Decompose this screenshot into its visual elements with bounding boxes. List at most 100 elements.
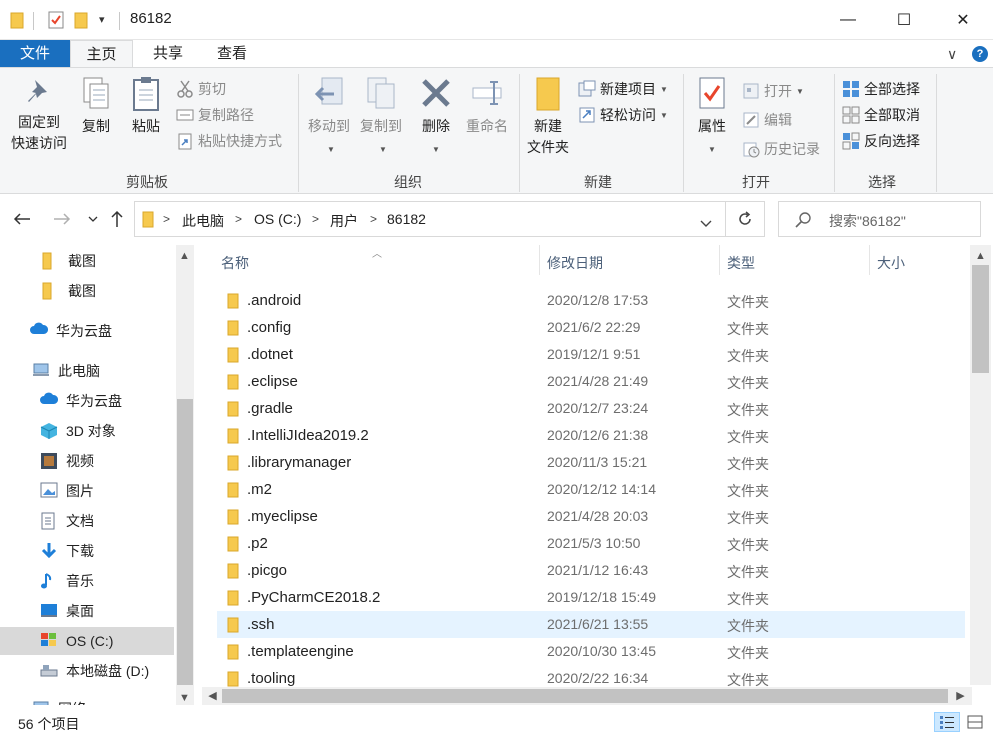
breadcrumb-separator[interactable]: > <box>370 212 377 226</box>
customize-quick-access-icon[interactable]: ▾ <box>99 13 105 26</box>
column-header-modified[interactable]: 修改日期 <box>547 253 603 273</box>
details-view-button[interactable] <box>934 712 960 732</box>
table-row[interactable]: .android 2020/12/8 17:53 文件夹 <box>217 287 965 314</box>
table-row[interactable]: .gradle 2020/12/7 23:24 文件夹 <box>217 395 965 422</box>
nav-item-huawei-cloud[interactable]: 华为云盘 <box>0 317 174 345</box>
recent-locations-button[interactable] <box>81 207 105 231</box>
nav-item-this-pc[interactable]: 此电脑 <box>0 357 174 385</box>
up-arrow-icon <box>111 210 123 227</box>
breadcrumb-separator[interactable]: > <box>235 212 242 226</box>
large-icons-view-button[interactable] <box>962 712 988 732</box>
column-divider[interactable] <box>539 245 540 275</box>
nav-scrollbar-thumb[interactable] <box>177 399 193 685</box>
table-row[interactable]: .templateengine 2020/10/30 13:45 文件夹 <box>217 638 965 665</box>
cut-button[interactable]: 剪切 <box>176 78 226 100</box>
address-bar[interactable]: > 此电脑 > OS (C:) > 用户 > 86182 <box>134 201 726 237</box>
nav-item-screenshots[interactable]: 截图 <box>0 277 174 305</box>
nav-item-local-disk-d[interactable]: 本地磁盘 (D:) <box>0 657 174 685</box>
breadcrumb-separator[interactable]: > <box>163 212 170 226</box>
select-all-button[interactable]: 全部选择 <box>842 78 920 100</box>
horizontal-scrollbar-thumb[interactable] <box>222 689 948 703</box>
close-button[interactable]: ✕ <box>935 0 991 40</box>
table-row[interactable]: .ssh 2021/6/21 13:55 文件夹 <box>217 611 965 638</box>
breadcrumb-separator[interactable]: > <box>312 212 319 226</box>
nav-item-network[interactable]: 网络 <box>0 695 174 705</box>
column-header-name[interactable]: 名称 <box>221 253 249 273</box>
forward-button[interactable] <box>50 207 74 231</box>
properties-button[interactable]: 属性 ▼ <box>690 76 734 160</box>
maximize-button[interactable]: ☐ <box>876 0 932 40</box>
file-list-horizontal-scrollbar[interactable]: ◀ ▶ <box>202 687 972 705</box>
copy-to-button[interactable]: 复制到▼ <box>356 76 406 160</box>
tab-share[interactable]: 共享 <box>140 40 196 68</box>
table-row[interactable]: .myeclipse 2021/4/28 20:03 文件夹 <box>217 503 965 530</box>
table-row[interactable]: .picgo 2021/1/12 16:43 文件夹 <box>217 557 965 584</box>
refresh-button[interactable] <box>725 201 765 237</box>
open-button[interactable]: 打开 ▼ <box>742 80 804 102</box>
new-item-button[interactable]: 新建项目 ▼ <box>578 78 668 100</box>
scroll-up-arrow-icon[interactable]: ▲ <box>972 247 989 264</box>
history-button[interactable]: 历史记录 <box>742 138 820 160</box>
nav-scrollbar[interactable]: ▲ ▼ <box>176 245 194 705</box>
select-none-button[interactable]: 全部取消 <box>842 104 920 126</box>
new-folder-button[interactable]: 新建 文件夹 <box>524 76 572 158</box>
easy-access-button[interactable]: 轻松访问 ▼ <box>578 104 668 126</box>
back-button[interactable] <box>10 207 34 231</box>
scroll-up-arrow-icon[interactable]: ▲ <box>176 247 193 264</box>
address-history-chevron-icon[interactable] <box>700 215 712 231</box>
pin-to-quick-access-button[interactable]: 固定到 快速访问 <box>8 76 70 154</box>
search-input[interactable]: 搜索"86182" <box>778 201 981 237</box>
table-row[interactable]: .PyCharmCE2018.2 2019/12/18 15:49 文件夹 <box>217 584 965 611</box>
scroll-left-arrow-icon[interactable]: ◀ <box>204 687 221 704</box>
collapse-ribbon-button[interactable]: ∨ <box>947 40 957 68</box>
breadcrumb-this-pc[interactable]: 此电脑 <box>182 211 224 231</box>
column-header-size[interactable]: 大小 <box>877 253 905 273</box>
column-divider[interactable] <box>719 245 720 275</box>
nav-item-music[interactable]: 音乐 <box>0 567 174 595</box>
scroll-right-arrow-icon[interactable]: ▶ <box>952 687 969 704</box>
nav-item-desktop[interactable]: 桌面 <box>0 597 174 625</box>
minimize-button[interactable]: — <box>820 0 876 40</box>
breadcrumb-86182[interactable]: 86182 <box>387 211 426 227</box>
nav-item-huawei-cloud[interactable]: 华为云盘 <box>0 387 174 415</box>
table-row[interactable]: .IntelliJIdea2019.2 2020/12/6 21:38 文件夹 <box>217 422 965 449</box>
nav-item-documents[interactable]: 文档 <box>0 507 174 535</box>
properties-quick-access-icon[interactable] <box>47 11 65 32</box>
nav-item-pictures[interactable]: 图片 <box>0 477 174 505</box>
paste-button[interactable]: 粘贴 <box>126 76 166 137</box>
file-list-scrollbar-thumb[interactable] <box>972 265 989 373</box>
new-folder-quick-access-icon[interactable] <box>74 11 88 32</box>
nav-item-os-c[interactable]: OS (C:) <box>0 627 174 655</box>
rename-button[interactable]: 重命名 <box>462 76 512 137</box>
nav-item-downloads[interactable]: 下载 <box>0 537 174 565</box>
scroll-down-arrow-icon[interactable]: ▼ <box>176 689 193 705</box>
tab-view[interactable]: 查看 <box>204 40 260 68</box>
table-row[interactable]: .config 2021/6/2 22:29 文件夹 <box>217 314 965 341</box>
breadcrumb-users[interactable]: 用户 <box>330 211 358 231</box>
nav-item-videos[interactable]: 视频 <box>0 447 174 475</box>
delete-button[interactable]: 删除 ▼ <box>418 76 454 160</box>
tab-file[interactable]: 文件 <box>0 40 70 68</box>
help-button[interactable]: ? <box>972 46 988 62</box>
tab-home[interactable]: 主页 <box>70 40 133 68</box>
move-to-button[interactable]: 移动到▼ <box>304 76 354 160</box>
table-row[interactable]: .m2 2020/12/12 14:14 文件夹 <box>217 476 965 503</box>
copy-path-button[interactable]: 复制路径 <box>176 104 254 126</box>
column-header-type[interactable]: 类型 <box>727 253 755 273</box>
nav-item-3d-objects[interactable]: 3D 对象 <box>0 417 174 445</box>
copy-button[interactable]: 复制 <box>76 76 116 137</box>
paste-shortcut-button[interactable]: 粘贴快捷方式 <box>176 130 282 152</box>
file-list-vertical-scrollbar[interactable]: ▲ <box>970 245 991 685</box>
nav-item-screenshots[interactable]: 截图 <box>0 247 174 275</box>
breadcrumb-os-c[interactable]: OS (C:) <box>254 211 301 227</box>
table-row[interactable]: .p2 2021/5/3 10:50 文件夹 <box>217 530 965 557</box>
table-row[interactable]: .librarymanager 2020/11/3 15:21 文件夹 <box>217 449 965 476</box>
up-button[interactable] <box>105 207 129 231</box>
table-row[interactable]: .dotnet 2019/12/1 9:51 文件夹 <box>217 341 965 368</box>
column-divider[interactable] <box>869 245 870 275</box>
file-name: .gradle <box>247 400 293 417</box>
edit-button[interactable]: 编辑 <box>742 109 792 131</box>
move-to-icon <box>314 77 343 105</box>
table-row[interactable]: .eclipse 2021/4/28 21:49 文件夹 <box>217 368 965 395</box>
invert-selection-button[interactable]: 反向选择 <box>842 130 920 152</box>
